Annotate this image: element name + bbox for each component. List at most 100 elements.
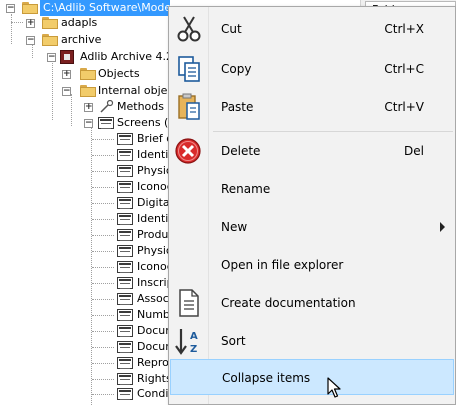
screen-icon (117, 149, 133, 161)
tree-item-adapls[interactable]: + adapls (0, 15, 170, 31)
screen-icon (117, 357, 133, 369)
tree-item-label: Rights (137, 372, 172, 385)
screen-icon (117, 229, 133, 241)
tree-item-label: Associ (137, 292, 172, 305)
tree-item-screen[interactable]: Digital (0, 195, 173, 211)
tree-item-screen[interactable]: Iconog (0, 259, 174, 275)
tree-guide-line (92, 203, 114, 204)
collapse-icon[interactable]: − (84, 118, 93, 128)
screen-icon (117, 293, 133, 305)
screen-icon (117, 388, 133, 400)
tree-item-label: Screens (3 (117, 116, 176, 129)
screen-icon (117, 165, 133, 177)
expand-icon[interactable]: + (84, 102, 93, 112)
tree-item-internal-object[interactable]: − Internal object (0, 83, 178, 99)
menu-item-collapse-items[interactable]: Collapse items (170, 359, 454, 395)
screen-icon (117, 213, 133, 225)
menu-item-create-documentation[interactable]: Create documentation (169, 285, 455, 321)
tree-item-screen[interactable]: Docum (0, 323, 176, 339)
screen-icon (117, 341, 133, 353)
screen-icon (117, 277, 133, 289)
menu-item-paste[interactable]: Paste Ctrl+V (169, 89, 455, 125)
paste-icon (173, 92, 205, 122)
tree-item-methods[interactable]: + Methods (5 (0, 99, 179, 115)
expand-icon[interactable]: + (62, 69, 71, 79)
tree-guide-line (92, 155, 114, 156)
tree-item-label: Objects (98, 67, 140, 80)
tree-item-objects[interactable]: + Objects (0, 66, 170, 82)
tree-guide-line (92, 187, 114, 188)
tree-guide-line (92, 379, 114, 380)
menu-item-label: Copy (221, 62, 252, 76)
scissors-icon (173, 14, 205, 44)
tree-item-screen[interactable]: Iconog (0, 179, 174, 195)
tree-guide-line (92, 235, 114, 236)
folder-icon (42, 17, 58, 29)
menu-item-label: Open in file explorer (221, 258, 344, 272)
screen-icon (117, 197, 133, 209)
tree-item-screen[interactable]: Numbe (0, 307, 177, 323)
screens-icon (98, 117, 114, 129)
tree-guide-line (92, 139, 114, 140)
collapse-icon[interactable]: − (6, 3, 15, 13)
tree-item-label: adapls (61, 16, 98, 29)
tree-item-archive[interactable]: − archive (0, 32, 170, 48)
tree-item-screen[interactable]: Conditi (0, 386, 176, 402)
tree-item-label: Adlib Archive 4.2 (80, 50, 174, 63)
tree-item-screen[interactable]: Inscrip (0, 275, 174, 291)
tree-item-screen[interactable]: Brief d (0, 131, 173, 147)
menu-item-label: Cut (221, 22, 242, 36)
tree-item-screen[interactable]: Docum (0, 339, 176, 355)
menu-item-rename[interactable]: Rename (169, 171, 455, 207)
tree-item-screen[interactable]: Produc (0, 227, 174, 243)
svg-text:A: A (190, 331, 198, 342)
svg-text:Z: Z (190, 344, 197, 355)
context-menu: Cut Ctrl+X Copy Ctrl+C Paste Ctrl+V Dele… (168, 6, 456, 405)
sort-az-icon: A Z (173, 326, 205, 356)
tree-item-screens[interactable]: − Screens (3 (0, 115, 175, 131)
menu-item-copy[interactable]: Copy Ctrl+C (169, 51, 455, 87)
screen-icon (117, 373, 133, 385)
tree-item-adlib-archive[interactable]: − Adlib Archive 4.2 (0, 49, 174, 65)
menu-item-label: Sort (221, 334, 246, 348)
menu-item-label: Collapse items (222, 371, 311, 385)
application-icon (60, 50, 74, 64)
tree-item-label: archive (61, 33, 102, 46)
menu-item-delete[interactable]: Delete Del (169, 133, 455, 169)
tree-item-screen[interactable]: Reprod (0, 355, 176, 371)
collapse-icon[interactable]: − (26, 35, 35, 45)
menu-item-cut[interactable]: Cut Ctrl+X (169, 11, 455, 47)
menu-item-label: Delete (221, 144, 261, 158)
tree-guide-line (92, 171, 114, 172)
folder-open-icon (80, 85, 96, 97)
tree-root-label[interactable]: C:\Adlib Software\Model application 4.2 … (40, 0, 170, 16)
menu-item-open-in-explorer[interactable]: Open in file explorer (169, 247, 455, 283)
tree-item-screen[interactable]: Physic (0, 163, 172, 179)
copy-icon (173, 54, 205, 84)
menu-item-label: Rename (221, 182, 271, 196)
menu-item-new[interactable]: New (169, 209, 455, 245)
tree-root[interactable]: − C:\Adlib Software\Model application 4.… (0, 0, 170, 16)
screen-icon (117, 181, 133, 193)
tree-item-screen[interactable]: Identifi (0, 211, 175, 227)
tree-guide-line (92, 363, 114, 364)
submenu-arrow-icon (440, 222, 445, 232)
screen-icon (117, 245, 133, 257)
folder-icon (80, 68, 96, 80)
collapse-icon[interactable]: − (62, 86, 71, 96)
tree-guide-line (92, 283, 114, 284)
tree-guide-line (92, 219, 114, 220)
tree-item-screen[interactable]: Physic (0, 243, 172, 259)
tree-item-screen[interactable]: Rights (0, 371, 172, 387)
method-icon (98, 99, 114, 114)
collapse-icon[interactable]: − (47, 52, 56, 62)
tree-item-screen[interactable]: Associ (0, 291, 172, 307)
tree-item-screen[interactable]: Identifi (0, 147, 175, 163)
delete-icon (173, 136, 205, 166)
tree-guide-line (92, 315, 114, 316)
expand-icon[interactable]: + (26, 18, 35, 28)
document-icon (173, 288, 205, 318)
screen-icon (117, 325, 133, 337)
folder-open-icon (22, 2, 38, 14)
menu-item-sort[interactable]: A Z Sort (169, 323, 455, 359)
